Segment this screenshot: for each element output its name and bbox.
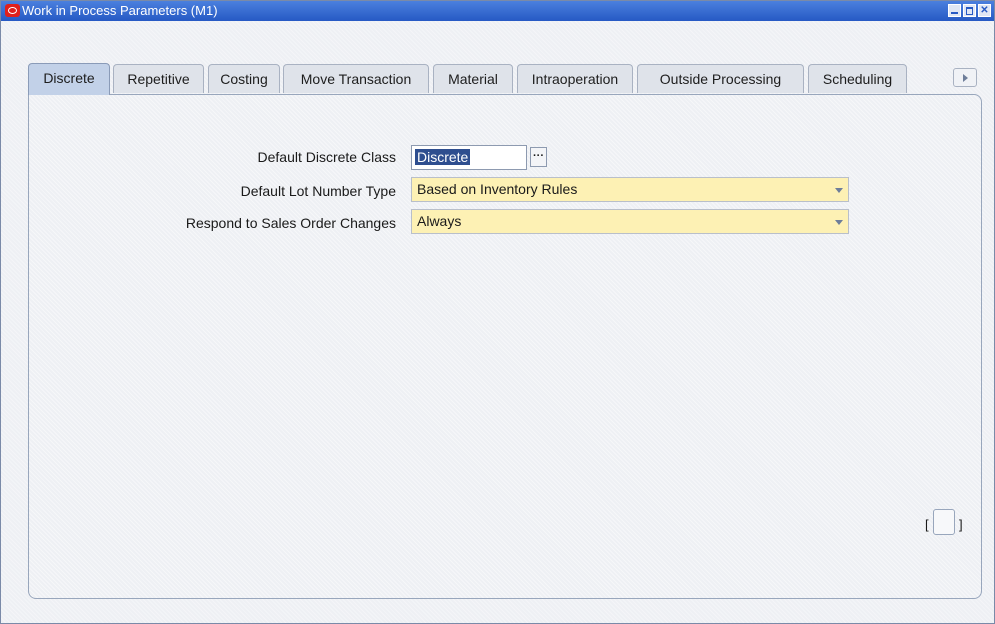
tab-material[interactable]: Material bbox=[433, 64, 513, 93]
close-button[interactable]: ✕ bbox=[978, 4, 991, 17]
default-lot-number-type-label: Default Lot Number Type bbox=[240, 183, 396, 199]
descriptive-flexfield-box[interactable] bbox=[933, 509, 955, 535]
tab-scroll-right-button[interactable] bbox=[953, 68, 977, 87]
default-discrete-class-field[interactable]: Discrete bbox=[411, 145, 527, 170]
close-bracket: ] bbox=[959, 517, 963, 532]
chevron-down-icon bbox=[835, 220, 843, 225]
default-discrete-class-value: Discrete bbox=[415, 149, 471, 165]
oracle-logo-icon bbox=[5, 4, 20, 17]
open-bracket: [ bbox=[925, 517, 929, 532]
respond-to-sales-order-changes-select[interactable]: Always bbox=[411, 209, 849, 234]
respond-to-sales-order-changes-label: Respond to Sales Order Changes bbox=[185, 215, 396, 231]
tab-repetitive[interactable]: Repetitive bbox=[113, 64, 204, 93]
default-lot-number-type-select[interactable]: Based on Inventory Rules bbox=[411, 177, 849, 202]
app-window: Work in Process Parameters (M1) ✕ Discre… bbox=[0, 0, 995, 624]
tab-move-transaction[interactable]: Move Transaction bbox=[283, 64, 429, 93]
window-controls: ✕ bbox=[948, 4, 991, 17]
respond-to-sales-order-changes-value: Always bbox=[417, 213, 462, 229]
tab-scheduling[interactable]: Scheduling bbox=[808, 64, 907, 93]
tab-intraoperation[interactable]: Intraoperation bbox=[517, 64, 633, 93]
minimize-button[interactable] bbox=[948, 4, 961, 17]
tab-outside-processing[interactable]: Outside Processing bbox=[637, 64, 804, 93]
default-lot-number-type-value: Based on Inventory Rules bbox=[417, 181, 578, 197]
maximize-button[interactable] bbox=[963, 4, 976, 17]
tab-discrete[interactable]: Discrete bbox=[28, 63, 110, 95]
window-title: Work in Process Parameters (M1) bbox=[22, 3, 218, 18]
title-bar: Work in Process Parameters (M1) ✕ bbox=[1, 1, 994, 21]
list-of-values-button[interactable]: ··· bbox=[530, 147, 547, 167]
tab-costing[interactable]: Costing bbox=[208, 64, 280, 93]
default-discrete-class-label: Default Discrete Class bbox=[257, 149, 397, 165]
chevron-down-icon bbox=[835, 188, 843, 193]
